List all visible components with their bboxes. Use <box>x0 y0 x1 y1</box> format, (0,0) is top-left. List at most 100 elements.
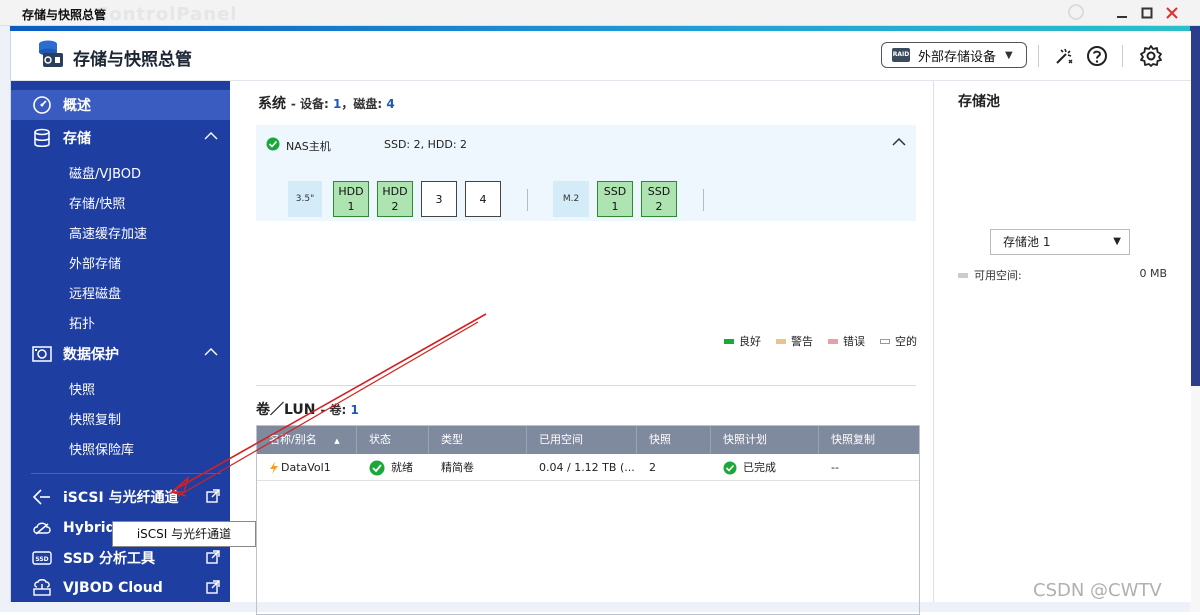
nas-host-panel[interactable]: NAS主机 SSD: 2, HDD: 2 3.5" HDD 1 HDD 2 3 4 … <box>256 125 916 221</box>
close-icon[interactable] <box>1162 3 1182 23</box>
chevron-up-icon[interactable] <box>204 345 218 361</box>
nas-disk-summary: SSD: 2, HDD: 2 <box>384 138 468 151</box>
sidebar-item-storage[interactable]: 存储 <box>11 123 230 153</box>
slot-group-separator <box>527 189 528 211</box>
section-divider <box>256 385 916 386</box>
column-header-snapshots[interactable]: 快照 <box>637 426 711 454</box>
sidebar-item-label: iSCSI 与光纤通道 <box>63 490 179 506</box>
column-header-used[interactable]: 已用空间 <box>527 426 637 454</box>
sidebar-item-iscsi[interactable]: iSCSI 与光纤通道 <box>11 482 230 512</box>
raid-icon: RAID <box>892 48 910 62</box>
header-separator <box>1122 45 1123 67</box>
disk-slot[interactable]: HDD 1 <box>333 181 369 217</box>
volume-name-cell[interactable]: DataVol1 <box>257 456 331 480</box>
sidebar-item-topology[interactable]: 拓扑 <box>69 313 95 332</box>
column-header-status[interactable]: 状态 <box>357 426 429 454</box>
disk-count: 4 <box>386 97 395 111</box>
available-space-value: 0 MB <box>1139 267 1167 280</box>
external-link-icon[interactable] <box>206 489 220 507</box>
volume-used-cell: 0.04 / 1.12 TB (... <box>539 461 635 474</box>
external-link-icon[interactable] <box>206 550 220 568</box>
sidebar-item-snapshot-vault[interactable]: 快照保险库 <box>69 439 134 458</box>
available-space-label: 可用空间: <box>958 267 1022 283</box>
sidebar-item-remote-disk[interactable]: 远程磁盘 <box>69 283 121 302</box>
app-header: 存储与快照总管 RAID 外部存储设备 ▼ <box>11 31 1191 81</box>
storage-pool-title: 存储池 <box>958 94 1000 110</box>
volume-table: 名称/别名 ▲ 状态 类型 已用空间 快照 快照计划 快照复制 DataVol1… <box>256 425 920 615</box>
column-header-replication[interactable]: 快照复制 <box>819 426 919 454</box>
system-meta-prefix: - 设备: <box>290 97 334 111</box>
legend-swatch <box>724 338 734 344</box>
sidebar-item-external-storage[interactable]: 外部存储 <box>69 253 121 272</box>
lightning-icon <box>270 462 278 474</box>
minimize-icon[interactable] <box>1112 3 1132 23</box>
sidebar-item-snapshot[interactable]: 快照 <box>69 379 95 398</box>
column-header-name[interactable]: 名称/别名 ▲ <box>257 426 357 454</box>
volume-title: 卷／LUN <box>256 402 316 418</box>
window-titlebar[interactable]: ControlPanel 存储与快照总管 <box>0 0 1200 26</box>
sidebar-item-label: 数据保护 <box>63 347 119 363</box>
system-section-title: 系统 - 设备: 1，磁盘: 4 <box>258 93 395 113</box>
ssd-icon-label: SSD <box>35 556 48 563</box>
tooltip: iSCSI 与光纤通道 <box>112 521 256 547</box>
check-circle-icon <box>369 460 385 476</box>
volume-status-cell: 就绪 <box>357 456 413 480</box>
chevron-down-icon: ▼ <box>1005 49 1013 61</box>
sidebar-item-snapshot-replica[interactable]: 快照复制 <box>69 409 121 428</box>
maximize-icon[interactable] <box>1137 3 1157 23</box>
gear-icon[interactable] <box>1138 43 1164 69</box>
chevron-up-icon[interactable] <box>892 135 906 151</box>
volume-replication-cell: -- <box>831 461 839 474</box>
chevron-up-icon[interactable] <box>204 129 218 145</box>
external-storage-button[interactable]: RAID 外部存储设备 ▼ <box>881 42 1027 68</box>
ssd-slot[interactable]: SSD 1 <box>597 181 633 217</box>
legend-swatch <box>828 338 838 344</box>
sidebar-item-vjbod-cloud[interactable]: VJBOD Cloud <box>11 573 230 603</box>
sidebar-item-ssd-tool[interactable]: SSD SSD 分析工具 <box>11 543 230 573</box>
column-header-type[interactable]: 类型 <box>429 426 527 454</box>
cloud-icon <box>31 517 53 539</box>
disk-slot[interactable]: 3 <box>421 181 457 217</box>
outer-scrollbar[interactable] <box>1190 26 1200 612</box>
slot-group-separator <box>703 189 704 211</box>
storage-pool-select[interactable]: 存储池 1 ▼ <box>990 229 1130 255</box>
external-link-icon[interactable] <box>206 580 220 598</box>
background-ghost-text: ControlPanel <box>95 4 238 25</box>
sidebar-item-disks[interactable]: 磁盘/VJBOD <box>69 163 141 182</box>
app-window: ControlPanel 存储与快照总管 存储与快照总管 RAID 外部存储设备… <box>0 0 1200 615</box>
sidebar-divider <box>31 473 221 474</box>
sidebar-item-cache[interactable]: 高速缓存加速 <box>69 223 147 242</box>
table-header: 名称/别名 ▲ 状态 类型 已用空间 快照 快照计划 快照复制 <box>257 426 919 454</box>
volume-snapshots-cell: 2 <box>649 461 656 474</box>
sidebar-item-label: SSD 分析工具 <box>63 551 156 567</box>
header-separator <box>1038 45 1039 67</box>
legend-empty: 空的 <box>880 333 917 349</box>
sidebar-item-storage-snapshots[interactable]: 存储/快照 <box>69 193 125 212</box>
legend-swatch <box>776 338 786 344</box>
volume-count: 1 <box>350 403 359 417</box>
slot-label-35: 3.5" <box>288 181 322 217</box>
magic-wand-icon[interactable] <box>1051 43 1077 69</box>
sidebar-item-label: VJBOD Cloud <box>63 580 163 596</box>
dashboard-icon <box>31 94 53 116</box>
check-circle-icon <box>266 137 280 154</box>
legend-good: 良好 <box>724 333 761 349</box>
volume-schedule-cell: 已完成 <box>711 456 776 480</box>
storage-pool-panel: 存储池 存储池 1 ▼ 可用空间: 0 MB <box>934 81 1191 602</box>
system-title: 系统 <box>258 96 286 112</box>
outer-scrollbar-thumb[interactable] <box>1190 26 1200 386</box>
sidebar-item-overview[interactable]: 概述 <box>11 90 230 120</box>
disk-slot[interactable]: 4 <box>465 181 501 217</box>
nas-host-name: NAS主机 <box>286 140 331 153</box>
disk-slot[interactable]: HDD 2 <box>377 181 413 217</box>
app-frame: 存储与快照总管 RAID 外部存储设备 ▼ 概述 存储 磁盘/VJBOD 存储/… <box>10 31 1191 615</box>
help-icon[interactable] <box>1084 43 1110 69</box>
column-header-schedule[interactable]: 快照计划 <box>711 426 819 454</box>
ssd-slot[interactable]: SSD 2 <box>641 181 677 217</box>
iscsi-icon <box>31 486 53 508</box>
cloud-storage-icon <box>31 577 53 599</box>
legend-swatch <box>958 272 968 278</box>
sidebar-item-data-protection[interactable]: 数据保护 <box>11 339 230 369</box>
ssd-icon: SSD <box>31 547 53 569</box>
external-storage-label: 外部存储设备 <box>918 49 997 65</box>
